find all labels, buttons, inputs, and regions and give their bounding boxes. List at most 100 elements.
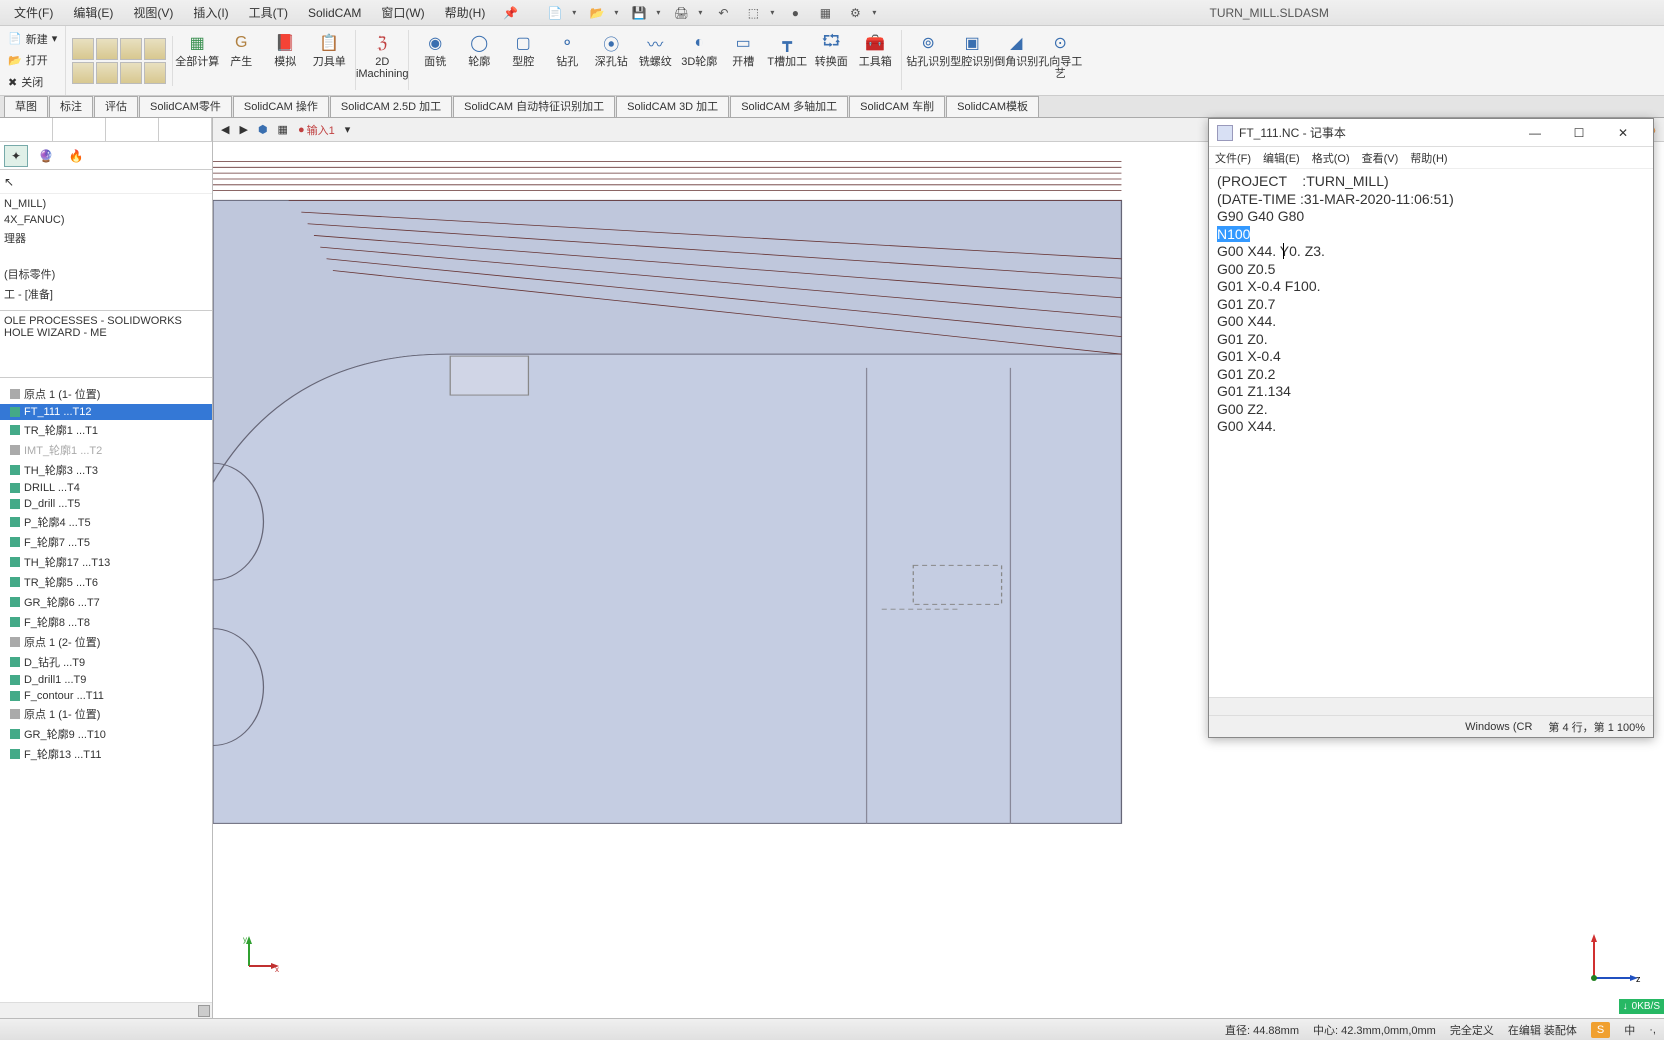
- grid-icon-6[interactable]: [96, 62, 118, 84]
- tab-turn[interactable]: SolidCAM 车削: [849, 96, 945, 117]
- menu-window[interactable]: 窗口(W): [373, 0, 432, 25]
- maximize-button[interactable]: ☐: [1557, 119, 1601, 147]
- vp-dropdown[interactable]: ▾: [345, 123, 351, 136]
- operation-item[interactable]: TH_轮廓17 ...T13: [0, 552, 212, 572]
- select-icon[interactable]: ⬚: [744, 4, 762, 22]
- cmd-calc-all[interactable]: ▦全部计算: [175, 30, 219, 68]
- tree-line[interactable]: 4X_FANUC): [4, 212, 208, 228]
- operation-item[interactable]: FT_111 ...T12: [0, 404, 212, 420]
- tree-line[interactable]: (目标零件): [4, 264, 208, 284]
- grid-icon-4[interactable]: [144, 38, 166, 60]
- operation-item[interactable]: D_drill ...T5: [0, 496, 212, 512]
- cmd-facemill[interactable]: ◉面铣: [413, 30, 457, 68]
- tab-sketch[interactable]: 草图: [4, 96, 48, 117]
- np-menu-format[interactable]: 格式(O): [1312, 150, 1350, 166]
- rebuild-icon[interactable]: ●: [786, 4, 804, 22]
- tree-line[interactable]: 工 - [准备]: [4, 284, 208, 304]
- minimize-button[interactable]: —: [1513, 119, 1557, 147]
- menu-file[interactable]: 文件(F): [6, 0, 61, 25]
- cmd-deepdrill[interactable]: ⦿深孔钻: [589, 30, 633, 68]
- ime-lang[interactable]: 中: [1624, 1022, 1635, 1038]
- panel-scrollbar[interactable]: [0, 1002, 212, 1018]
- undo-icon[interactable]: ↶: [714, 4, 732, 22]
- tab-3d[interactable]: SolidCAM 3D 加工: [616, 96, 729, 117]
- menu-tool[interactable]: 工具(T): [241, 0, 296, 25]
- cmd-tslot[interactable]: ┳T槽加工: [765, 30, 809, 68]
- cursor-icon[interactable]: ↖: [4, 175, 14, 189]
- operation-item[interactable]: GR_轮廓9 ...T10: [0, 724, 212, 744]
- operation-item[interactable]: TR_轮廓1 ...T1: [0, 420, 212, 440]
- open-button[interactable]: 📂 打开: [8, 52, 57, 68]
- ime-punct[interactable]: ·,: [1649, 1024, 1656, 1036]
- operation-item[interactable]: D_drill1 ...T9: [0, 672, 212, 688]
- np-menu-help[interactable]: 帮助(H): [1410, 150, 1447, 166]
- panel-icon-sphere[interactable]: 🔮: [34, 145, 58, 167]
- panel-tab-1[interactable]: [0, 118, 53, 141]
- grid-icon-7[interactable]: [120, 62, 142, 84]
- vp-icon-cube[interactable]: ⬢: [258, 123, 268, 136]
- operation-item[interactable]: 原点 1 (1- 位置): [0, 704, 212, 724]
- vp-input1[interactable]: ● 输入1: [298, 122, 335, 138]
- cmd-3dcontour[interactable]: ◐3D轮廓: [677, 30, 721, 68]
- tree-line[interactable]: N_MILL): [4, 196, 208, 212]
- operation-item[interactable]: DRILL ...T4: [0, 480, 212, 496]
- tab-template[interactable]: SolidCAM模板: [946, 96, 1039, 117]
- notepad-h-scrollbar[interactable]: [1209, 697, 1653, 715]
- panel-tab-3[interactable]: [106, 118, 159, 141]
- new-doc-icon[interactable]: 📄: [546, 4, 564, 22]
- tree-line[interactable]: 理器: [4, 228, 208, 248]
- tab-part[interactable]: SolidCAM零件: [139, 96, 232, 117]
- vp-icon-view[interactable]: ▦: [278, 123, 288, 136]
- close-button[interactable]: ✖ 关闭: [8, 74, 57, 90]
- vp-nav-fwd[interactable]: ▶: [239, 123, 247, 136]
- cmd-thread[interactable]: 〰铣螺纹: [633, 30, 677, 68]
- settings-icon[interactable]: ⚙: [846, 4, 864, 22]
- tab-annotation[interactable]: 标注: [49, 96, 93, 117]
- save-icon[interactable]: 💾: [630, 4, 648, 22]
- operation-item[interactable]: 原点 1 (2- 位置): [0, 632, 212, 652]
- tab-op[interactable]: SolidCAM 操作: [233, 96, 329, 117]
- tab-evaluate[interactable]: 评估: [94, 96, 138, 117]
- tab-multi[interactable]: SolidCAM 多轴加工: [730, 96, 848, 117]
- grid-icon-1[interactable]: [72, 38, 94, 60]
- cmd-toolbox[interactable]: 🧰工具箱: [853, 30, 897, 68]
- grid-icon-8[interactable]: [144, 62, 166, 84]
- operation-item[interactable]: F_轮廓13 ...T11: [0, 744, 212, 764]
- options-icon[interactable]: ▦: [816, 4, 834, 22]
- operation-item[interactable]: P_轮廓4 ...T5: [0, 512, 212, 532]
- operation-item[interactable]: F_contour ...T11: [0, 688, 212, 704]
- panel-icon-fire[interactable]: 🔥: [64, 145, 88, 167]
- cmd-pocket[interactable]: ▢型腔: [501, 30, 545, 68]
- menu-view[interactable]: 视图(V): [125, 0, 181, 25]
- np-menu-edit[interactable]: 编辑(E): [1263, 150, 1300, 166]
- close-button[interactable]: ✕: [1601, 119, 1645, 147]
- operation-item[interactable]: 原点 1 (1- 位置): [0, 384, 212, 404]
- np-menu-view[interactable]: 查看(V): [1362, 150, 1399, 166]
- operation-item[interactable]: D_钻孔 ...T9: [0, 652, 212, 672]
- grid-icon-5[interactable]: [72, 62, 94, 84]
- cmd-pocket-rec[interactable]: ▣型腔识别: [950, 30, 994, 68]
- open-doc-icon[interactable]: 📂: [588, 4, 606, 22]
- print-icon[interactable]: 🖨: [672, 4, 690, 22]
- operation-item[interactable]: F_轮廓7 ...T5: [0, 532, 212, 552]
- cmd-transform[interactable]: ⮔转换面: [809, 30, 853, 68]
- cmd-toollist[interactable]: 📋刀具单: [307, 30, 351, 68]
- menu-solidcam[interactable]: SolidCAM: [300, 2, 369, 24]
- cmd-slot[interactable]: ▭开槽: [721, 30, 765, 68]
- menu-insert[interactable]: 插入(I): [185, 0, 236, 25]
- notepad-text-area[interactable]: (PROJECT :TURN_MILL)(DATE-TIME :31-MAR-2…: [1209, 169, 1653, 697]
- operation-item[interactable]: F_轮廓8 ...T8: [0, 612, 212, 632]
- grid-icon-2[interactable]: [96, 38, 118, 60]
- cmd-drill[interactable]: ⚬钻孔: [545, 30, 589, 68]
- np-menu-file[interactable]: 文件(F): [1215, 150, 1251, 166]
- cmd-chamfer-rec[interactable]: ◢倒角识别: [994, 30, 1038, 68]
- vp-nav-back[interactable]: ◀: [221, 123, 229, 136]
- cmd-hole-guide[interactable]: ⊙孔向导工艺: [1038, 30, 1082, 80]
- cmd-simulate[interactable]: 📕模拟: [263, 30, 307, 68]
- cmd-generate[interactable]: G产生: [219, 30, 263, 68]
- tree-line[interactable]: [4, 248, 208, 264]
- menu-help[interactable]: 帮助(H): [437, 0, 494, 25]
- operation-item[interactable]: GR_轮廓6 ...T7: [0, 592, 212, 612]
- cmd-contour[interactable]: ◯轮廓: [457, 30, 501, 68]
- notepad-titlebar[interactable]: FT_111.NC - 记事本 — ☐ ✕: [1209, 119, 1653, 147]
